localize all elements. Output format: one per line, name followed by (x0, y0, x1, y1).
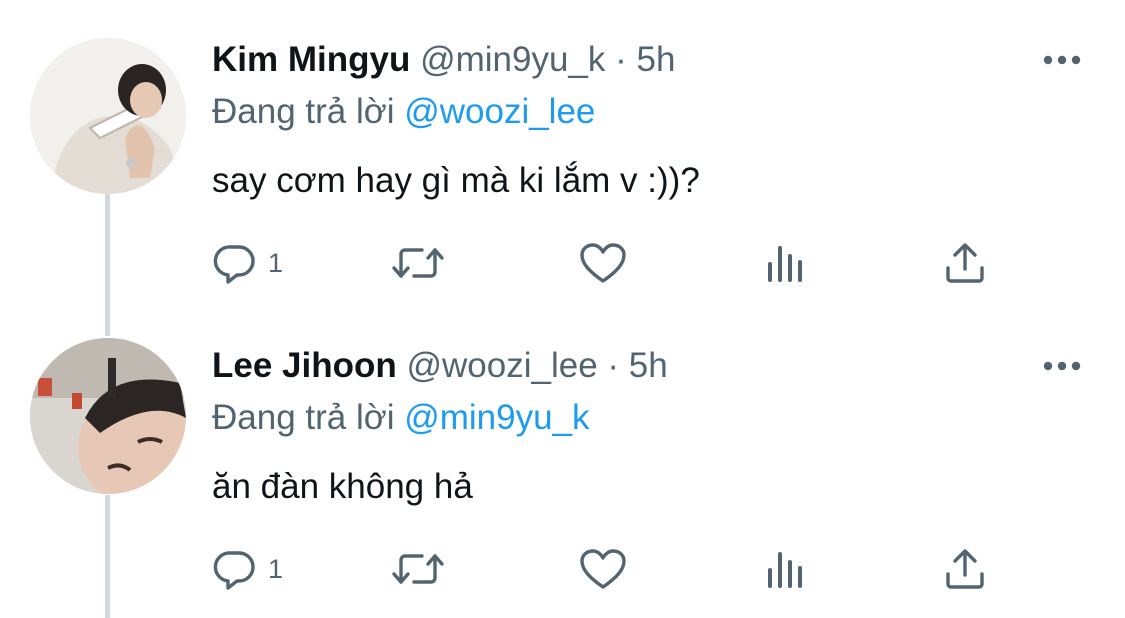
more-icon[interactable] (1040, 348, 1084, 384)
tweet-header: Kim Mingyu @min9yu_k · 5h (212, 38, 675, 82)
replying-prefix: Đang trả lời (212, 92, 395, 131)
reply-button[interactable]: 1 (212, 544, 283, 594)
replying-prefix: Đang trả lời (212, 398, 395, 437)
mention-link[interactable]: @woozi_lee (404, 92, 595, 131)
like-icon (578, 546, 628, 592)
display-name[interactable]: Kim Mingyu (212, 40, 410, 79)
share-icon (942, 546, 988, 592)
share-button[interactable] (942, 238, 988, 288)
display-name[interactable]: Lee Jihoon (212, 346, 397, 385)
like-button[interactable] (578, 238, 628, 288)
avatar[interactable] (30, 338, 186, 494)
more-icon[interactable] (1040, 42, 1084, 78)
replying-to: Đang trả lời @woozi_lee (212, 90, 595, 134)
separator-dot: · (607, 346, 620, 385)
retweet-icon (390, 546, 446, 592)
reply-icon (212, 240, 258, 286)
action-bar: 1 (212, 544, 1032, 594)
timestamp[interactable]: 5h (629, 346, 668, 385)
share-button[interactable] (942, 544, 988, 594)
user-handle[interactable]: @min9yu_k (420, 40, 605, 79)
replying-to: Đang trả lời @min9yu_k (212, 396, 590, 440)
retweet-button[interactable] (390, 238, 446, 288)
reply-button[interactable]: 1 (212, 238, 283, 288)
tweet-header: Lee Jihoon @woozi_lee · 5h (212, 344, 668, 388)
reply-count: 1 (268, 247, 284, 278)
reply-icon (212, 546, 258, 592)
thread-line-top (105, 188, 110, 336)
share-icon (942, 240, 988, 286)
thread-line-bottom (105, 495, 110, 618)
tweet-text: say cơm hay gì mà ki lắm v :))? (212, 161, 700, 200)
reply-count: 1 (268, 553, 284, 584)
user-handle[interactable]: @woozi_lee (406, 346, 597, 385)
mention-link[interactable]: @min9yu_k (404, 398, 589, 437)
action-bar: 1 (212, 238, 1032, 288)
retweet-icon (390, 240, 446, 286)
timestamp[interactable]: 5h (637, 40, 676, 79)
retweet-button[interactable] (390, 544, 446, 594)
tweet-text: ăn đàn không hả (212, 467, 473, 506)
views-icon (764, 240, 808, 286)
like-icon (578, 240, 628, 286)
separator-dot: · (615, 40, 627, 79)
like-button[interactable] (578, 544, 628, 594)
avatar[interactable] (30, 38, 186, 194)
views-icon (764, 546, 808, 592)
views-button[interactable] (764, 238, 808, 288)
views-button[interactable] (764, 544, 808, 594)
